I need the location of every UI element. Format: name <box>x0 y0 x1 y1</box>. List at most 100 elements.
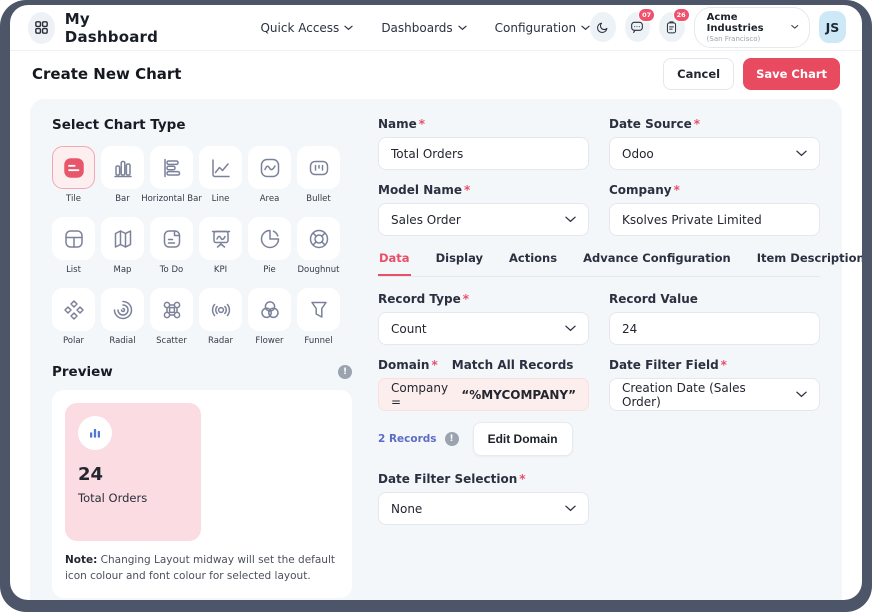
note-prefix: Note: <box>65 554 97 566</box>
date-filter-field-value: Creation Date (Sales Order) <box>622 381 788 409</box>
chart-type-radar[interactable]: Radar <box>199 288 242 346</box>
nav-item-configuration[interactable]: Configuration <box>495 21 590 35</box>
navbar-right: 07 26 Acme Industries (San Francisco) JS <box>590 7 846 48</box>
bullet-icon <box>297 146 340 189</box>
model-name-label: Model Name* <box>378 183 589 197</box>
model-name-select[interactable]: Sales Order <box>378 203 589 236</box>
preview-header: Preview ! <box>52 364 352 380</box>
navbar: My Dashboard Quick Access Dashboards Con… <box>10 5 862 51</box>
company-selector[interactable]: Acme Industries (San Francisco) <box>694 7 810 48</box>
kpi-icon <box>199 217 242 260</box>
chart-type-kpi[interactable]: KPI <box>199 217 242 275</box>
polar-icon <box>52 288 95 331</box>
chart-type-label: Area <box>260 194 280 204</box>
domain-expression[interactable]: Company = “%MYCOMPANY” <box>378 378 589 411</box>
cancel-button[interactable]: Cancel <box>663 58 734 90</box>
preview-note: Note: Changing Layout midway will set th… <box>65 553 339 585</box>
company-input[interactable] <box>609 203 820 236</box>
doughnut-icon <box>297 217 340 260</box>
preview-info-icon[interactable]: ! <box>338 365 352 379</box>
scatter-icon <box>150 288 193 331</box>
chart-type-bullet[interactable]: Bullet <box>297 146 340 204</box>
tab-display[interactable]: Display <box>435 249 484 276</box>
company-name: Acme Industries <box>707 12 784 35</box>
edit-domain-button[interactable]: Edit Domain <box>473 422 573 456</box>
radar-icon <box>199 288 242 331</box>
note-text: Changing Layout midway will set the defa… <box>65 554 335 582</box>
chart-type-map[interactable]: Map <box>101 217 144 275</box>
date-source-select[interactable]: Odoo <box>609 137 820 170</box>
date-filter-field-select[interactable]: Creation Date (Sales Order) <box>609 378 820 411</box>
app-logo[interactable] <box>28 12 55 44</box>
records-info-icon[interactable]: ! <box>445 432 459 446</box>
tab-item-description[interactable]: Item Description <box>756 249 862 276</box>
chart-type-tile[interactable]: Tile <box>52 146 95 204</box>
nav-item-dashboards[interactable]: Dashboards <box>381 21 466 35</box>
tab-data[interactable]: Data <box>378 249 411 276</box>
name-label: Name* <box>378 117 589 131</box>
chart-type-bar[interactable]: Bar <box>101 146 144 204</box>
chart-type-label: Doughnut <box>297 265 339 275</box>
dark-mode-toggle[interactable] <box>590 12 616 42</box>
chart-type-horizontal-bar[interactable]: Horizontal Bar <box>150 146 193 204</box>
domain-prefix: Company = <box>391 381 461 409</box>
messages-button[interactable]: 07 <box>625 12 651 42</box>
preview-tile-icon-circle <box>78 416 112 450</box>
chevron-down-icon <box>565 325 576 332</box>
date-source-label: Date Source* <box>609 117 820 131</box>
chart-type-label: Radar <box>208 336 233 346</box>
app-window: My Dashboard Quick Access Dashboards Con… <box>10 5 862 600</box>
preview-heading: Preview <box>52 364 113 380</box>
company-label: Company* <box>609 183 820 197</box>
name-input[interactable] <box>378 137 589 170</box>
domain-value: “%MYCOMPANY” <box>461 388 576 402</box>
match-all-records-label[interactable]: Match All Records <box>452 358 574 372</box>
chart-type-flower[interactable]: Flower <box>248 288 291 346</box>
chart-type-doughnut[interactable]: Doughnut <box>297 217 340 275</box>
chart-type-label: Pie <box>263 265 276 275</box>
chart-type-todo[interactable]: To Do <box>150 217 193 275</box>
record-type-select[interactable]: Count <box>378 312 589 345</box>
chevron-down-icon <box>565 216 576 223</box>
activities-button[interactable]: 26 <box>659 12 685 42</box>
domain-label: Domain* <box>378 358 438 372</box>
map-icon <box>101 217 144 260</box>
chart-type-label: Polar <box>63 336 84 346</box>
save-chart-button[interactable]: Save Chart <box>743 58 840 90</box>
chevron-down-icon <box>796 391 807 398</box>
record-value-label: Record Value <box>609 292 820 306</box>
record-value-field-group: Record Value <box>609 292 820 345</box>
pie-icon <box>248 217 291 260</box>
tab-advance-configuration[interactable]: Advance Configuration <box>582 249 732 276</box>
moon-icon <box>595 20 610 35</box>
chevron-down-icon <box>458 25 467 31</box>
user-avatar[interactable]: JS <box>819 11 846 43</box>
domain-records-row: 2 Records ! Edit Domain <box>378 422 589 456</box>
chart-type-list[interactable]: List <box>52 217 95 275</box>
activities-badge: 26 <box>673 8 690 22</box>
chart-type-grid: Tile Bar Horizontal Bar Line <box>52 146 352 346</box>
tab-actions[interactable]: Actions <box>508 249 558 276</box>
model-name-value: Sales Order <box>391 213 461 227</box>
chart-type-area[interactable]: Area <box>248 146 291 204</box>
date-filter-field-group: Date Filter Field* Creation Date (Sales … <box>609 358 820 456</box>
chart-type-funnel[interactable]: Funnel <box>297 288 340 346</box>
records-count-link[interactable]: 2 Records <box>378 433 437 445</box>
chart-type-polar[interactable]: Polar <box>52 288 95 346</box>
chart-type-label: List <box>66 265 81 275</box>
date-filter-selection-select[interactable]: None <box>378 492 589 525</box>
chart-type-line[interactable]: Line <box>199 146 242 204</box>
clipboard-icon <box>664 20 679 35</box>
chart-type-label: Tile <box>66 194 81 204</box>
main-area: Select Chart Type Tile Bar Horizontal Ba… <box>10 97 862 600</box>
chart-type-label: Horizontal Bar <box>141 194 202 204</box>
chart-type-radial[interactable]: Radial <box>101 288 144 346</box>
form-tabs: Data Display Actions Advance Configurati… <box>378 249 820 277</box>
header-actions: Cancel Save Chart <box>663 58 840 90</box>
app-title: My Dashboard <box>65 10 169 46</box>
chart-type-scatter[interactable]: Scatter <box>150 288 193 346</box>
record-type-field-group: Record Type* Count <box>378 292 589 345</box>
chart-type-pie[interactable]: Pie <box>248 217 291 275</box>
record-value-input[interactable] <box>609 312 820 345</box>
nav-item-quick-access[interactable]: Quick Access <box>260 21 353 35</box>
